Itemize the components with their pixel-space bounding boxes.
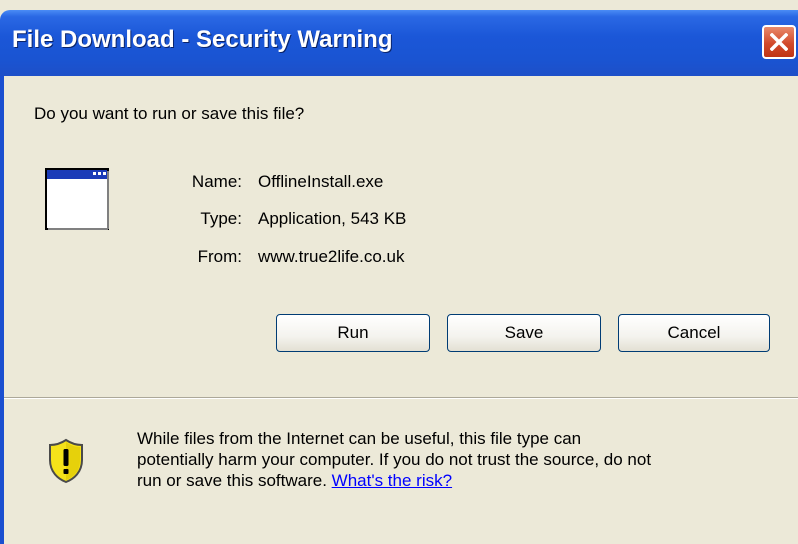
- file-name-label: Name:: [191, 172, 242, 191]
- title-bar[interactable]: File Download - Security Warning: [0, 10, 798, 76]
- separator-highlight: [4, 398, 798, 399]
- window-frame-left: [0, 76, 4, 544]
- cancel-button[interactable]: Cancel: [618, 314, 770, 352]
- warning-line-3: run or save this software. What's the ri…: [137, 470, 787, 491]
- run-button[interactable]: Run: [276, 314, 430, 352]
- warning-line-2: potentially harm your computer. If you d…: [137, 450, 652, 469]
- shield-warning-icon: [49, 438, 83, 484]
- file-type-value: Application, 543 KB: [258, 209, 407, 228]
- application-window-icon: [45, 168, 109, 230]
- warning-line-3-text: run or save this software.: [137, 471, 327, 490]
- close-button[interactable]: [762, 25, 796, 59]
- warning-line-1: While files from the Internet can be use…: [137, 429, 582, 448]
- file-name-value: OfflineInstall.exe: [258, 172, 384, 191]
- file-source-value: www.true2life.co.uk: [258, 247, 405, 266]
- file-source-label: From:: [197, 247, 242, 266]
- file-type-label: Type:: [200, 209, 242, 228]
- close-icon: [770, 33, 788, 51]
- security-warning-text: While files from the Internet can be use…: [137, 428, 787, 491]
- save-button[interactable]: Save: [447, 314, 601, 352]
- whats-the-risk-link[interactable]: What's the risk?: [332, 471, 452, 490]
- window-title: File Download - Security Warning: [12, 26, 393, 53]
- dialog-question: Do you want to run or save this file?: [34, 104, 305, 123]
